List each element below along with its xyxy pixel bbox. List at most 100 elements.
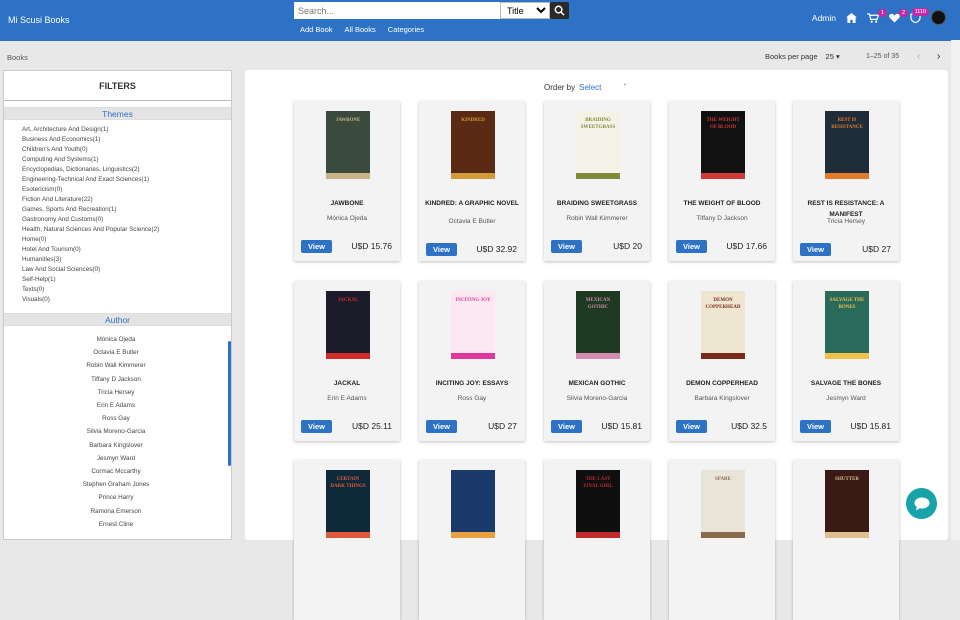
- themes-heading[interactable]: Themes: [4, 107, 231, 120]
- book-card[interactable]: THE LAST FINAL GIRL: [544, 460, 650, 620]
- book-cover[interactable]: SALVAGE THE BONES: [825, 291, 869, 359]
- book-cover[interactable]: [451, 470, 495, 538]
- author-heading[interactable]: Author: [4, 313, 231, 326]
- nav-add-book[interactable]: Add Book: [300, 25, 333, 34]
- prev-page-icon[interactable]: ‹: [917, 51, 920, 62]
- author-item[interactable]: Cormac Mccarthy: [4, 465, 228, 478]
- book-cover[interactable]: SPARE: [701, 470, 745, 538]
- author-item[interactable]: Tricia Hersey: [4, 386, 228, 399]
- book-cover[interactable]: KINDRED: [451, 111, 495, 179]
- search-type-select[interactable]: Title: [500, 2, 550, 19]
- home-icon[interactable]: [846, 12, 857, 23]
- view-button[interactable]: View: [676, 240, 707, 253]
- book-cover[interactable]: SHUTTER: [825, 470, 869, 538]
- theme-item[interactable]: Engineering-Technical And Exact Sciences…: [22, 175, 231, 185]
- author-item[interactable]: Stephen Graham Jones: [4, 478, 228, 491]
- view-button[interactable]: View: [676, 420, 707, 433]
- author-item[interactable]: Erin E Adams: [4, 399, 228, 412]
- author-item[interactable]: Mónica Ojeda: [4, 333, 228, 346]
- theme-item[interactable]: Esotericism(0): [22, 185, 231, 195]
- theme-item[interactable]: Law And Social Sciences(0): [22, 265, 231, 275]
- book-title[interactable]: JAWBONE: [298, 198, 396, 209]
- book-cover[interactable]: THE LAST FINAL GIRL: [576, 470, 620, 538]
- view-button[interactable]: View: [301, 240, 332, 253]
- theme-item[interactable]: Home(0): [22, 235, 231, 245]
- view-button[interactable]: View: [301, 420, 332, 433]
- avatar[interactable]: [931, 10, 946, 25]
- book-title[interactable]: THE WEIGHT OF BLOOD: [673, 198, 771, 209]
- nav-all-books[interactable]: All Books: [345, 25, 376, 34]
- book-card[interactable]: JACKAL JACKAL Erin E Adams View U$D 25.11: [294, 281, 400, 441]
- heart-icon[interactable]: 2: [889, 8, 908, 23]
- order-by-select[interactable]: Select ˇ: [579, 83, 626, 92]
- theme-item[interactable]: Health, Natural Sciences And Popular Sci…: [22, 225, 231, 235]
- book-card[interactable]: KINDRED KINDRED: A GRAPHIC NOVEL Octavia E…: [419, 101, 525, 261]
- book-title[interactable]: JACKAL: [298, 378, 396, 389]
- author-item[interactable]: Octavia E Butler: [4, 346, 228, 359]
- book-card[interactable]: BRAIDING SWEETGRASS BRAIDING SWEETGRASS Ro…: [544, 101, 650, 261]
- book-cover[interactable]: BRAIDING SWEETGRASS: [576, 111, 620, 179]
- page-scrollbar[interactable]: [951, 40, 960, 540]
- book-title[interactable]: KINDRED: A GRAPHIC NOVEL: [423, 198, 521, 209]
- book-cover[interactable]: DEMON COPPERHEAD: [701, 291, 745, 359]
- theme-item[interactable]: Fiction And Literature(22): [22, 195, 231, 205]
- book-title[interactable]: MEXICAN GOTHIC: [548, 378, 646, 389]
- book-title[interactable]: INCITING JOY: ESSAYS: [423, 378, 521, 389]
- author-item[interactable]: Ross Gay: [4, 412, 228, 425]
- book-card[interactable]: INCITING JOY INCITING JOY: ESSAYS Ross Gay…: [419, 281, 525, 441]
- cart-icon[interactable]: 1: [867, 8, 887, 23]
- book-title[interactable]: BRAIDING SWEETGRASS: [548, 198, 646, 209]
- chat-button[interactable]: [906, 488, 937, 519]
- book-card[interactable]: [419, 460, 525, 620]
- nav-categories[interactable]: Categories: [388, 25, 424, 34]
- book-cover[interactable]: REST IS RESISTANCE: [825, 111, 869, 179]
- book-card[interactable]: THE WEIGHT OF BLOOD THE WEIGHT OF BLOOD Ti…: [669, 101, 775, 261]
- book-card[interactable]: JAWBONE JAWBONE Mónica Ojeda View U$D 15.76: [294, 101, 400, 261]
- theme-item[interactable]: Hotel And Tourism(0): [22, 245, 231, 255]
- book-card[interactable]: SPARE: [669, 460, 775, 620]
- theme-item[interactable]: Visuals(0): [22, 295, 231, 305]
- book-cover[interactable]: CERTAIN DARK THINGS: [326, 470, 370, 538]
- book-card[interactable]: CERTAIN DARK THINGS: [294, 460, 400, 620]
- theme-item[interactable]: Texts(0): [22, 285, 231, 295]
- theme-item[interactable]: Gastronomy And Customs(0): [22, 215, 231, 225]
- book-title[interactable]: REST IS RESISTANCE: A MANIFEST: [797, 198, 895, 220]
- per-page-select[interactable]: 25 ▾: [826, 52, 840, 61]
- book-card[interactable]: MEXICAN GOTHIC MEXICAN GOTHIC Silvia Moren…: [544, 281, 650, 441]
- author-item[interactable]: Ramona Emerson: [4, 505, 228, 518]
- book-cover[interactable]: THE WEIGHT OF BLOOD: [701, 111, 745, 179]
- book-cover[interactable]: INCITING JOY: [451, 291, 495, 359]
- book-card[interactable]: REST IS RESISTANCE REST IS RESISTANCE: A …: [793, 101, 899, 261]
- book-cover[interactable]: JACKAL: [326, 291, 370, 359]
- book-title[interactable]: SALVAGE THE BONES: [797, 378, 895, 389]
- author-item[interactable]: Tiffany D Jackson: [4, 373, 228, 386]
- book-cover[interactable]: JAWBONE: [326, 111, 370, 179]
- user-name[interactable]: Admin: [812, 13, 836, 23]
- theme-item[interactable]: Business And Economics(1): [22, 135, 231, 145]
- view-button[interactable]: View: [551, 240, 582, 253]
- theme-item[interactable]: Games, Sports And Recreation(1): [22, 205, 231, 215]
- theme-item[interactable]: Computing And Systems(1): [22, 155, 231, 165]
- theme-item[interactable]: Humanities(3): [22, 255, 231, 265]
- theme-item[interactable]: Encyclopedias, Dictionaries, Linguistics…: [22, 165, 231, 175]
- points-icon[interactable]: 1110: [910, 8, 929, 23]
- book-cover[interactable]: MEXICAN GOTHIC: [576, 291, 620, 359]
- theme-item[interactable]: Children's And Youth(0): [22, 145, 231, 155]
- theme-item[interactable]: Art, Architecture And Design(1): [22, 125, 231, 135]
- author-item[interactable]: Prince Harry: [4, 491, 228, 504]
- theme-item[interactable]: Self-Help(1): [22, 275, 231, 285]
- view-button[interactable]: View: [800, 243, 831, 256]
- book-title[interactable]: DEMON COPPERHEAD: [673, 378, 771, 389]
- book-card[interactable]: DEMON COPPERHEAD DEMON COPPERHEAD Barbara …: [669, 281, 775, 441]
- author-item[interactable]: Barbara Kingslover: [4, 439, 228, 452]
- view-button[interactable]: View: [800, 420, 831, 433]
- next-page-icon[interactable]: ›: [937, 51, 940, 62]
- view-button[interactable]: View: [426, 243, 457, 256]
- breadcrumb[interactable]: Books: [7, 53, 28, 62]
- view-button[interactable]: View: [426, 420, 457, 433]
- author-item[interactable]: Robin Wall Kimmerer: [4, 359, 228, 372]
- author-item[interactable]: Silvia Moreno-Garcia: [4, 425, 228, 438]
- search-button[interactable]: [550, 2, 569, 19]
- search-input[interactable]: [294, 2, 500, 19]
- book-card[interactable]: SHUTTER: [793, 460, 899, 620]
